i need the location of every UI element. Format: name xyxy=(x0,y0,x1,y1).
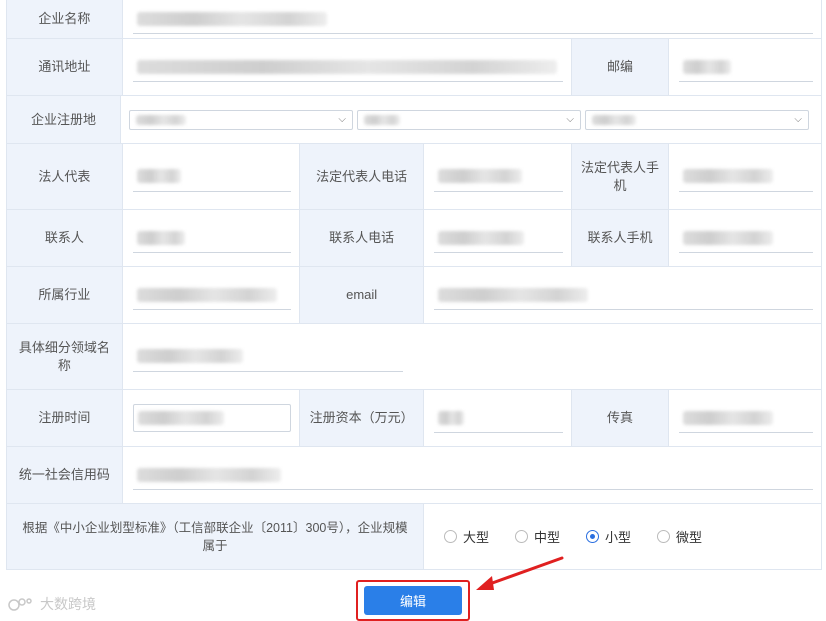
email-input[interactable] xyxy=(434,280,814,310)
fax-cell xyxy=(669,390,821,446)
watermark-logo-icon xyxy=(8,598,32,611)
province-select[interactable]: ⌵ xyxy=(129,109,353,130)
row-reg-place: 企业注册地 ⌵ ⌵ ⌵ xyxy=(7,96,821,144)
address-cell xyxy=(123,39,572,95)
edit-button-highlight: 编辑 xyxy=(356,580,470,621)
radio-medium[interactable]: 中型 xyxy=(515,527,560,546)
company-name-input[interactable] xyxy=(132,4,813,34)
edit-button[interactable]: 编辑 xyxy=(364,586,462,615)
row-sub-field: 具体细分领域名称 xyxy=(7,324,821,390)
radio-label: 大型 xyxy=(462,530,489,545)
sub-field-input[interactable] xyxy=(132,342,403,372)
label-contact-mobile: 联系人手机 xyxy=(571,210,670,266)
label-reg-place: 企业注册地 xyxy=(7,96,121,143)
address-input[interactable] xyxy=(132,52,563,82)
fax-input[interactable] xyxy=(679,403,813,433)
legal-rep-mobile-input[interactable] xyxy=(679,162,813,192)
label-address: 通讯地址 xyxy=(7,39,123,95)
radio-large[interactable]: 大型 xyxy=(443,527,489,546)
chevron-down-icon: ⌵ xyxy=(794,114,802,125)
watermark: 大数跨境 xyxy=(8,594,96,614)
row-legal-rep: 法人代表 法定代表人电话 法定代表人手机 xyxy=(7,144,821,210)
reg-capital-input[interactable] xyxy=(433,403,563,433)
radio-icon xyxy=(657,530,671,543)
label-legal-rep: 法人代表 xyxy=(7,144,123,209)
label-contact: 联系人 xyxy=(7,210,123,266)
radio-icon xyxy=(443,530,457,543)
radio-selected-icon xyxy=(586,530,600,543)
postcode-input[interactable] xyxy=(679,52,813,82)
label-legal-rep-phone: 法定代表人电话 xyxy=(300,144,424,209)
label-reg-capital: 注册资本（万元） xyxy=(300,390,424,446)
contact-mobile-input[interactable] xyxy=(679,223,813,253)
row-company-name: 企业名称 xyxy=(7,0,821,39)
label-reg-time: 注册时间 xyxy=(7,390,123,446)
district-select[interactable]: ⌵ xyxy=(585,109,809,130)
credit-code-input[interactable] xyxy=(132,460,813,490)
radio-label: 微型 xyxy=(676,530,703,545)
label-scale: 根据《中小企业划型标准》（工信部联企业〔2011〕300号），企业规模属于 xyxy=(7,504,424,569)
chevron-down-icon: ⌵ xyxy=(338,114,346,125)
label-postcode: 邮编 xyxy=(571,39,670,95)
contact-phone-input[interactable] xyxy=(433,223,563,253)
legal-rep-cell xyxy=(123,144,301,209)
postcode-cell xyxy=(669,39,821,95)
label-legal-rep-mobile: 法定代表人手机 xyxy=(571,144,670,209)
label-industry: 所属行业 xyxy=(7,267,123,323)
legal-rep-phone-input[interactable] xyxy=(433,162,563,192)
chevron-down-icon: ⌵ xyxy=(566,114,574,125)
radio-label: 小型 xyxy=(605,530,632,545)
enterprise-info-form: 企业名称 通讯地址 邮编 企业注册地 ⌵ ⌵ ⌵ 法人代表 法定代表人电话 法定… xyxy=(6,0,822,570)
row-contact: 联系人 联系人电话 联系人手机 xyxy=(7,210,821,267)
legal-rep-phone-cell xyxy=(424,144,572,209)
contact-mobile-cell xyxy=(669,210,821,266)
company-name-cell xyxy=(123,0,821,38)
industry-cell xyxy=(123,267,301,323)
contact-cell xyxy=(123,210,301,266)
legal-rep-mobile-cell xyxy=(669,144,821,209)
email-cell xyxy=(424,267,821,323)
contact-phone-cell xyxy=(424,210,572,266)
label-email: email xyxy=(300,267,425,323)
row-industry: 所属行业 email xyxy=(7,267,821,324)
reg-capital-cell xyxy=(424,390,572,446)
radio-micro[interactable]: 微型 xyxy=(657,527,702,546)
label-fax: 传真 xyxy=(571,390,670,446)
watermark-text: 大数跨境 xyxy=(40,596,96,612)
label-credit-code: 统一社会信用码 xyxy=(7,447,123,503)
scale-radio-group: 大型 中型 小型 微型 xyxy=(434,527,702,546)
industry-input[interactable] xyxy=(132,280,292,310)
contact-input[interactable] xyxy=(132,223,292,253)
reg-time-input[interactable] xyxy=(132,404,292,432)
radio-small[interactable]: 小型 xyxy=(586,527,631,546)
annotation-arrow-icon xyxy=(476,556,564,590)
row-scale: 根据《中小企业划型标准》（工信部联企业〔2011〕300号），企业规模属于 大型… xyxy=(7,504,821,570)
row-credit-code: 统一社会信用码 xyxy=(7,447,821,504)
row-address: 通讯地址 邮编 xyxy=(7,39,821,96)
legal-rep-input[interactable] xyxy=(132,162,292,192)
label-sub-field: 具体细分领域名称 xyxy=(7,324,123,389)
label-company-name: 企业名称 xyxy=(7,0,123,38)
reg-time-cell xyxy=(123,390,301,446)
city-select[interactable]: ⌵ xyxy=(357,109,581,130)
radio-icon xyxy=(515,530,528,543)
reg-place-cell: ⌵ ⌵ ⌵ xyxy=(121,96,821,143)
credit-code-cell xyxy=(123,447,821,503)
row-reg-time: 注册时间 注册资本（万元） 传真 xyxy=(7,390,821,447)
radio-label: 中型 xyxy=(534,530,561,545)
sub-field-cell xyxy=(123,324,821,389)
label-contact-phone: 联系人电话 xyxy=(300,210,424,266)
